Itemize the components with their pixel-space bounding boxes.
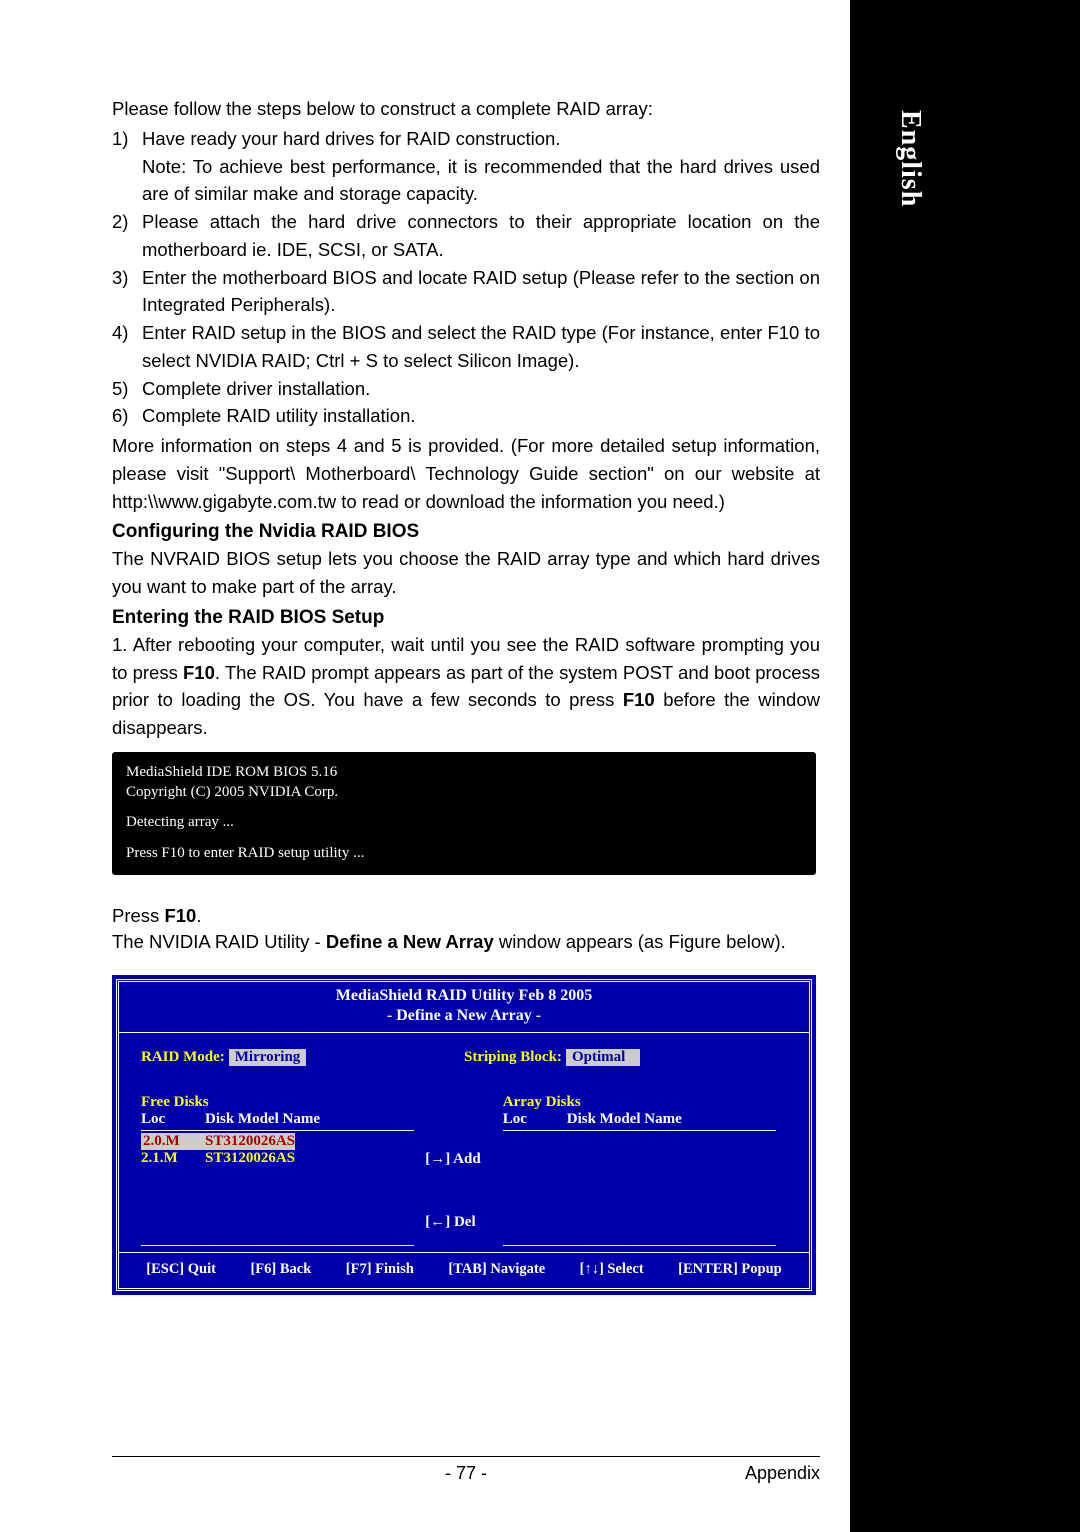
raid-mode-value[interactable]: Mirroring — [229, 1049, 307, 1066]
page-number: - 77 - — [445, 1463, 487, 1484]
column-headers: Loc Disk Model Name — [503, 1111, 787, 1128]
free-disks-label: Free Disks — [141, 1094, 425, 1111]
disk-row-selected[interactable]: 2.0.M ST3120026AS — [141, 1133, 425, 1150]
step-text: Enter the motherboard BIOS and locate RA… — [142, 264, 820, 320]
column-headers: Loc Disk Model Name — [141, 1111, 425, 1128]
raid-inner-frame: MediaShield RAID Utility Feb 8 2005 - De… — [116, 979, 812, 1291]
step-5: 5) Complete driver installation. — [112, 375, 820, 403]
steps-list: 1) Have ready your hard drives for RAID … — [112, 125, 820, 430]
raid-title-line1: MediaShield RAID Utility Feb 8 2005 — [119, 986, 809, 1006]
raid-mode-label: RAID Mode: — [141, 1049, 225, 1066]
language-label: English — [894, 110, 926, 207]
disk-lists: Free Disks Loc Disk Model Name 2.0.M ST3… — [119, 1076, 809, 1252]
striping-block-label: Striping Block: — [464, 1049, 562, 1066]
define-array-bold: Define a New Array — [326, 931, 494, 952]
f10-bold: F10 — [164, 905, 196, 926]
underline — [503, 1245, 776, 1246]
array-disk-list[interactable] — [503, 1133, 787, 1243]
utility-appears-line: The NVIDIA RAID Utility - Define a New A… — [112, 931, 820, 953]
step-6: 6) Complete RAID utility installation. — [112, 402, 820, 430]
f10-bold: F10 — [623, 689, 655, 710]
disk-row[interactable]: 2.1.M ST3120026AS — [141, 1150, 425, 1167]
disk-loc: 2.1.M — [141, 1150, 205, 1167]
step-4: 4) Enter RAID setup in the BIOS and sele… — [112, 319, 820, 375]
loc-header: Loc — [503, 1111, 567, 1128]
below-prefix: The NVIDIA RAID Utility - — [112, 931, 326, 952]
disk-name: ST3120026AS — [205, 1133, 295, 1150]
free-disk-list[interactable]: 2.0.M ST3120026AS 2.1.M ST3120026AS — [141, 1133, 425, 1243]
f7-finish-hint: [F7] Finish — [346, 1261, 414, 1278]
heading-entering: Entering the RAID BIOS Setup — [112, 607, 820, 629]
terminal-line: Detecting array ... — [126, 812, 802, 832]
del-key-hint: [←] Del — [425, 1214, 503, 1231]
model-header: Disk Model Name — [205, 1111, 320, 1128]
model-header: Disk Model Name — [567, 1111, 682, 1128]
f6-back-hint: [F6] Back — [250, 1261, 311, 1278]
disk-loc: 2.0.M — [141, 1133, 205, 1150]
press-suffix: . — [196, 905, 201, 926]
enter-popup-hint: [ENTER] Popup — [678, 1261, 782, 1278]
underline — [141, 1245, 414, 1246]
manual-page: Please follow the steps below to constru… — [0, 0, 850, 1532]
intro-text: Please follow the steps below to constru… — [112, 95, 820, 123]
language-tab: English — [850, 18, 942, 328]
step-text: Have ready your hard drives for RAID con… — [142, 125, 820, 208]
step-text: Complete RAID utility installation. — [142, 402, 820, 430]
more-info-text: More information on steps 4 and 5 is pro… — [112, 432, 820, 515]
press-f10-line: Press F10. — [112, 905, 820, 927]
underline — [503, 1130, 776, 1131]
step-text: Complete driver installation. — [142, 375, 820, 403]
add-del-column: [→] Add [←] Del — [425, 1094, 503, 1248]
step-number: 3) — [112, 264, 142, 320]
boot-terminal: MediaShield IDE ROM BIOS 5.16 Copyright … — [112, 752, 816, 875]
page-footer: - 77 - Appendix — [112, 1456, 820, 1484]
raid-mode-row: RAID Mode: Mirroring Striping Block: Opt… — [119, 1033, 809, 1076]
array-disks-label: Array Disks — [503, 1094, 787, 1111]
footer-key-hints: [ESC] Quit [F6] Back [F7] Finish [TAB] N… — [119, 1252, 809, 1288]
step-text: Please attach the hard drive connectors … — [142, 208, 820, 264]
esc-quit-hint: [ESC] Quit — [146, 1261, 216, 1278]
heading1-text: The NVRAID BIOS setup lets you choose th… — [112, 545, 820, 601]
f10-bold: F10 — [183, 662, 215, 683]
terminal-line: Copyright (C) 2005 NVIDIA Corp. — [126, 782, 802, 802]
step-number: 2) — [112, 208, 142, 264]
step-1: 1) Have ready your hard drives for RAID … — [112, 125, 820, 208]
arrows-select-hint: [↑↓] Select — [580, 1261, 644, 1278]
step-number: 6) — [112, 402, 142, 430]
disk-name: ST3120026AS — [205, 1150, 295, 1167]
terminal-line: MediaShield IDE ROM BIOS 5.16 — [126, 762, 802, 782]
content-area: Please follow the steps below to constru… — [0, 95, 850, 1295]
array-disks-column: Array Disks Loc Disk Model Name — [503, 1094, 787, 1248]
step-3: 3) Enter the motherboard BIOS and locate… — [112, 264, 820, 320]
terminal-line: Press F10 to enter RAID setup utility ..… — [126, 843, 802, 863]
heading2-text: 1. After rebooting your computer, wait u… — [112, 631, 820, 742]
step-2: 2) Please attach the hard drive connecto… — [112, 208, 820, 264]
add-key-hint: [→] Add — [425, 1151, 503, 1168]
step-number: 4) — [112, 319, 142, 375]
raid-utility-window: MediaShield RAID Utility Feb 8 2005 - De… — [112, 975, 816, 1295]
press-prefix: Press — [112, 905, 164, 926]
heading-configuring: Configuring the Nvidia RAID BIOS — [112, 521, 820, 543]
free-disks-column: Free Disks Loc Disk Model Name 2.0.M ST3… — [141, 1094, 425, 1248]
section-name: Appendix — [745, 1463, 820, 1484]
raid-title: MediaShield RAID Utility Feb 8 2005 - De… — [119, 986, 809, 1032]
raid-title-line2: - Define a New Array - — [119, 1006, 809, 1026]
underline — [141, 1130, 414, 1131]
striping-block-value[interactable]: Optimal — [566, 1049, 640, 1066]
tab-navigate-hint: [TAB] Navigate — [448, 1261, 545, 1278]
loc-header: Loc — [141, 1111, 205, 1128]
step-number: 5) — [112, 375, 142, 403]
step-text: Enter RAID setup in the BIOS and select … — [142, 319, 820, 375]
below-suffix: window appears (as Figure below). — [494, 931, 786, 952]
step-number: 1) — [112, 125, 142, 208]
